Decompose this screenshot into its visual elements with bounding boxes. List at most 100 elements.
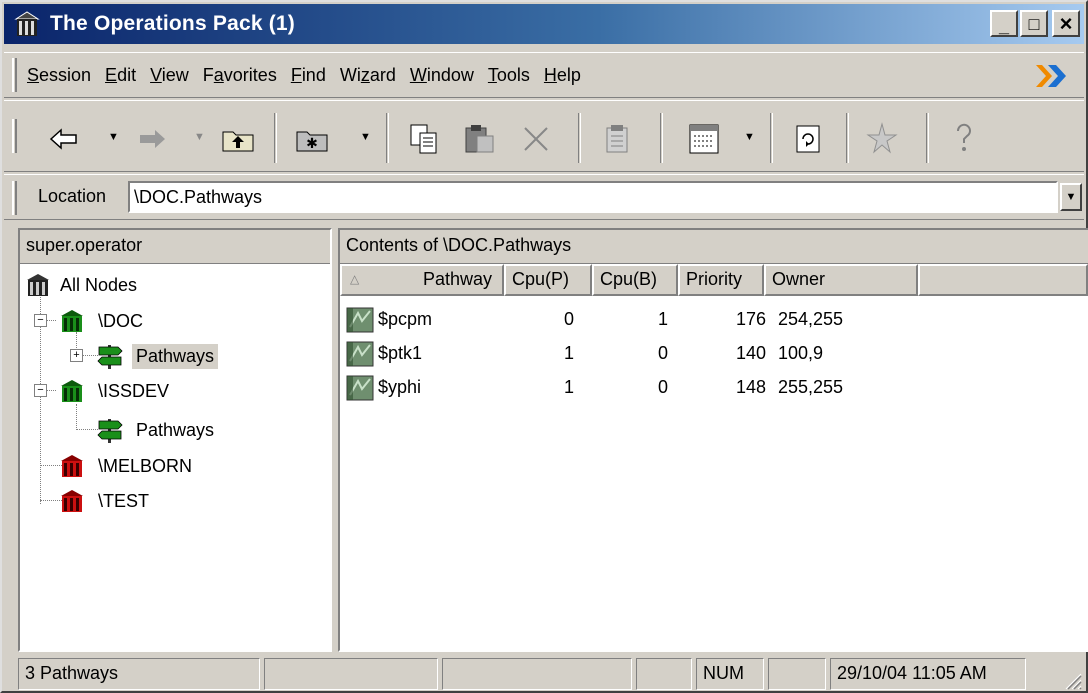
wizard-button[interactable] xyxy=(862,119,902,159)
menu-bar: Session Edit View Favorites Find Wizard … xyxy=(4,52,1084,98)
menu-tools[interactable]: Tools xyxy=(488,65,530,86)
help-button[interactable] xyxy=(944,119,984,159)
column-header-filler xyxy=(918,264,1088,296)
new-folder-button[interactable]: ✱ xyxy=(292,119,332,159)
back-dropdown-icon[interactable]: ▼ xyxy=(108,131,119,143)
toolbar-separator xyxy=(660,113,663,163)
tree-node-issdev[interactable]: \ISSDEV xyxy=(58,374,173,408)
tree-node-doc-pathways[interactable]: Pathways xyxy=(96,339,219,373)
cell-cpu-p: 0 xyxy=(564,309,575,329)
column-header-pathway[interactable]: △ Pathway xyxy=(340,264,504,296)
table-row[interactable]: $ptk1 1 0 140 100,9 xyxy=(346,338,906,372)
contents-pane: Contents of \DOC.Pathways △ Pathway Cpu(… xyxy=(338,228,1088,652)
cell-cpu-b: 1 xyxy=(658,309,669,329)
properties-icon xyxy=(606,125,628,153)
collapse-toggle[interactable]: − xyxy=(34,314,47,327)
cell-cpu-p: 1 xyxy=(564,343,575,363)
cell-cpu-b: 0 xyxy=(658,343,669,363)
toolbar-separator xyxy=(386,113,389,163)
copy-icon xyxy=(410,124,437,154)
status-datetime: 29/10/04 11:05 AM xyxy=(830,658,1026,690)
back-button[interactable] xyxy=(44,119,84,159)
expand-toggle[interactable]: + xyxy=(70,349,83,362)
properties-button[interactable] xyxy=(598,119,638,159)
window-title: The Operations Pack (1) xyxy=(50,12,296,35)
cell-priority: 148 xyxy=(735,377,766,397)
menu-wizard[interactable]: Wizard xyxy=(340,65,396,86)
building-icon xyxy=(61,380,83,402)
paste-icon xyxy=(465,125,494,153)
building-icon xyxy=(61,455,83,477)
maximize-button[interactable]: □ xyxy=(1020,10,1048,37)
forward-button[interactable] xyxy=(132,119,172,159)
minimize-button[interactable]: _ xyxy=(990,10,1018,37)
table-row[interactable]: $pcpm 0 1 176 254,255 xyxy=(346,304,906,338)
tree-node-label: \MELBORN xyxy=(98,455,193,476)
pathway-list: △ Pathway Cpu(P) Cpu(B) Priority Owner $… xyxy=(340,264,1088,650)
menubar-grip[interactable] xyxy=(12,58,17,92)
pathway-icon xyxy=(346,341,374,367)
location-dropdown-button[interactable]: ▼ xyxy=(1060,183,1082,211)
status-panel-empty xyxy=(768,658,826,690)
signpost-icon xyxy=(97,419,123,443)
tree-node-all-nodes[interactable]: All Nodes xyxy=(24,268,141,302)
view-dropdown-icon[interactable]: ▼ xyxy=(744,131,755,143)
signpost-icon xyxy=(97,345,123,369)
column-header-cpu-p[interactable]: Cpu(P) xyxy=(504,264,592,296)
refresh-button[interactable] xyxy=(788,119,828,159)
paste-button[interactable] xyxy=(460,119,500,159)
delete-button[interactable] xyxy=(516,119,556,159)
menu-find[interactable]: Find xyxy=(291,65,326,86)
tree-pane: super.operator All Nodes − \DOC + Pathwa… xyxy=(18,228,332,652)
building-icon xyxy=(61,490,83,512)
status-count: 3 Pathways xyxy=(18,658,260,690)
refresh-icon xyxy=(796,125,820,153)
toolbar-separator xyxy=(274,113,277,163)
menu-window[interactable]: Window xyxy=(410,65,474,86)
cell-pathway: $yphi xyxy=(378,377,422,397)
toolbar-separator xyxy=(846,113,849,163)
menu-favorites[interactable]: Favorites xyxy=(203,65,277,86)
table-row[interactable]: $yphi 1 0 148 255,255 xyxy=(346,372,906,406)
view-options-button[interactable] xyxy=(684,119,724,159)
cell-priority: 140 xyxy=(735,343,766,363)
maximize-icon: □ xyxy=(1028,13,1040,34)
toolbar-grip[interactable] xyxy=(12,119,17,153)
resize-grip-icon[interactable] xyxy=(1062,670,1082,690)
close-button[interactable]: × xyxy=(1052,10,1080,37)
delete-icon xyxy=(524,127,548,151)
new-dropdown-icon[interactable]: ▼ xyxy=(360,131,371,143)
up-folder-icon xyxy=(222,131,254,152)
tree-node-label: \ISSDEV xyxy=(98,380,170,401)
menu-help[interactable]: Help xyxy=(544,65,581,86)
contents-header: Contents of \DOC.Pathways xyxy=(340,230,1088,264)
menu-edit[interactable]: Edit xyxy=(105,65,136,86)
new-folder-icon: ✱ xyxy=(296,131,328,152)
column-header-priority[interactable]: Priority xyxy=(678,264,764,296)
up-level-button[interactable] xyxy=(218,119,258,159)
column-header-owner[interactable]: Owner xyxy=(764,264,918,296)
forward-arrow-icon xyxy=(140,130,165,148)
collapse-toggle[interactable]: − xyxy=(34,384,47,397)
back-arrow-icon xyxy=(49,128,77,150)
view-list-icon xyxy=(689,124,719,154)
location-grip[interactable] xyxy=(12,181,17,215)
location-bar: Location ▼ xyxy=(4,174,1084,220)
wizard-icon xyxy=(866,122,898,154)
close-icon: × xyxy=(1059,10,1073,36)
title-bar[interactable]: The Operations Pack (1) _ □ × xyxy=(4,4,1084,44)
tree-node-issdev-pathways[interactable]: Pathways xyxy=(96,413,218,447)
tree-node-label: Pathways xyxy=(136,419,215,440)
tree-node-doc[interactable]: \DOC xyxy=(58,304,147,338)
tree-node-label: All Nodes xyxy=(60,274,138,295)
menu-view[interactable]: View xyxy=(150,65,189,86)
menu-session[interactable]: Session xyxy=(27,65,91,86)
node-tree: All Nodes − \DOC + Pathways − \ISSDEV Pa… xyxy=(20,264,330,650)
toolbar-separator xyxy=(926,113,929,163)
copy-button[interactable] xyxy=(404,119,444,159)
tree-node-melborn[interactable]: \MELBORN xyxy=(58,449,196,483)
forward-dropdown-icon[interactable]: ▼ xyxy=(194,131,205,143)
location-input[interactable] xyxy=(128,181,1058,213)
column-header-cpu-b[interactable]: Cpu(B) xyxy=(592,264,678,296)
tree-node-test[interactable]: \TEST xyxy=(58,484,153,518)
